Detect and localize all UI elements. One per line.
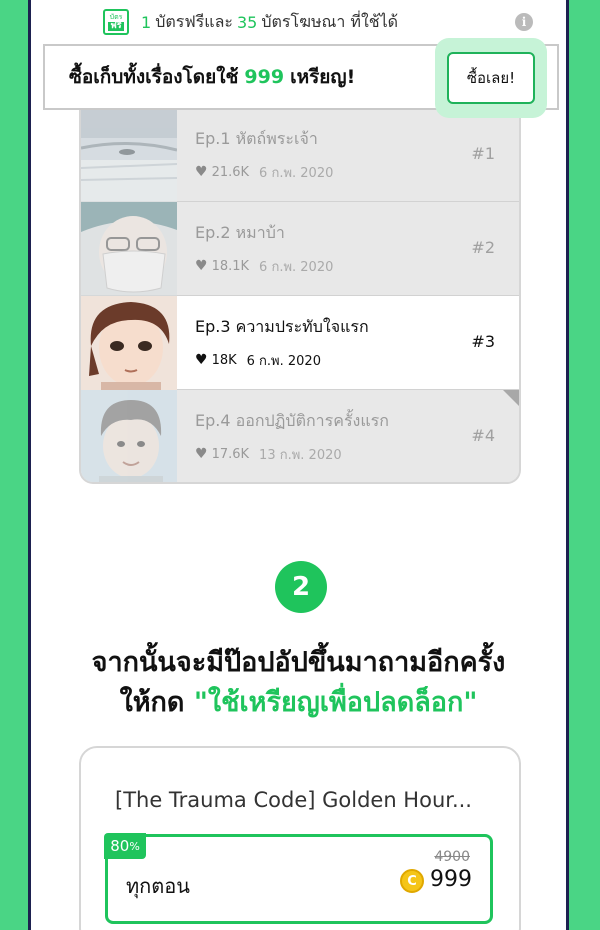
episode-number: #3 xyxy=(471,332,495,351)
episode-likes: 18K xyxy=(211,352,237,368)
discount-badge: 80% xyxy=(104,833,146,859)
episode-date: 6 ก.พ. 2020 xyxy=(246,353,321,369)
heart-icon: ♥ xyxy=(195,352,208,368)
episode-number: #2 xyxy=(471,238,495,257)
episode-number: #4 xyxy=(471,426,495,445)
episode-thumbnail xyxy=(81,201,177,296)
episode-title: Ep.3 ความประทับใจแรก xyxy=(195,316,369,336)
unlock-with-coins-text: "ใช้เหรียญเพื่อปลดล็อก" xyxy=(193,687,478,718)
episode-item-3[interactable]: Ep.3 ความประทับใจแรก ♥ 18K 6 ก.พ. 2020 #… xyxy=(81,295,519,390)
step-instruction-line-2: ให้กด "ใช้เหรียญเพื่อปลดล็อก" xyxy=(119,687,478,718)
original-price: 4900 xyxy=(434,849,470,865)
episode-item-4[interactable]: Ep.4 ออกปฏิบัติการครั้งแรก ♥ 17.6K 13 ก.… xyxy=(81,389,519,482)
episode-likes: 17.6K xyxy=(211,446,250,462)
episode-likes: 18.1K xyxy=(211,258,250,274)
episode-title: Ep.4 ออกปฏิบัติการครั้งแรก xyxy=(195,410,389,430)
buy-all-text: ซื้อเก็บทั้งเรื่องโดยใช้ 999 เหรียญ! xyxy=(69,66,356,88)
heart-icon: ♥ xyxy=(195,258,208,274)
episode-item-1[interactable]: Ep.1 หัตถ์พระเจ้า ♥ 21.6K 6 ก.พ. 2020 #1 xyxy=(81,108,519,202)
heart-icon: ♥ xyxy=(195,164,208,180)
all-episodes-option[interactable]: 80% ทุกตอน 4900 C 999 xyxy=(104,833,493,924)
episode-number: #1 xyxy=(471,144,495,163)
info-icon[interactable]: i xyxy=(515,13,533,31)
purchase-popup: [The Trauma Code] Golden Hour... 80% ทุก… xyxy=(79,746,521,930)
corner-fold xyxy=(503,390,519,406)
episode-thumbnail xyxy=(81,295,177,390)
free-ticket-icon: บัตร ฟรี xyxy=(103,9,129,35)
ad-ticket-label: บัตรโฆษณา ที่ใช้ได้ xyxy=(261,11,399,31)
step-instruction-line-1: จากนั้นจะมีป๊อปอัปขึ้นมาถามอีกครั้ง xyxy=(91,647,506,678)
episode-title: Ep.1 หัตถ์พระเจ้า xyxy=(195,128,318,148)
free-ticket-label: บัตรฟรีและ xyxy=(155,11,233,31)
phone-frame: บัตร ฟรี 1 บัตรฟรีและ 35 บัตรโฆษณา ที่ใช… xyxy=(28,0,569,930)
episode-list: Ep.1 หัตถ์พระเจ้า ♥ 21.6K 6 ก.พ. 2020 #1 xyxy=(79,108,521,484)
discounted-price: 999 xyxy=(430,867,472,892)
ticket-info-row: บัตร ฟรี 1 บัตรฟรีและ 35 บัตรโฆษณา ที่ใช… xyxy=(103,6,533,38)
coin-icon: C xyxy=(400,869,424,893)
episode-title: Ep.2 หมาบ้า xyxy=(195,222,285,242)
episode-likes: 21.6K xyxy=(211,164,250,180)
episode-date: 13 ก.พ. 2020 xyxy=(259,447,342,463)
heart-icon: ♥ xyxy=(195,446,208,462)
buy-now-button[interactable]: ซื้อเลย! xyxy=(447,52,535,104)
episode-thumbnail xyxy=(81,389,177,482)
episode-thumbnail xyxy=(81,108,177,202)
option-label: ทุกตอน xyxy=(126,874,190,898)
buy-all-coin-amount: 999 xyxy=(244,66,285,88)
step-number-badge: 2 xyxy=(275,561,327,613)
popup-title: [The Trauma Code] Golden Hour... xyxy=(115,788,472,812)
episode-item-2[interactable]: Ep.2 หมาบ้า ♥ 18.1K 6 ก.พ. 2020 #2 xyxy=(81,201,519,296)
free-ticket-count: 1 xyxy=(141,12,152,32)
ad-ticket-count: 35 xyxy=(236,12,258,32)
episode-date: 6 ก.พ. 2020 xyxy=(259,165,334,181)
episode-date: 6 ก.พ. 2020 xyxy=(259,259,334,275)
